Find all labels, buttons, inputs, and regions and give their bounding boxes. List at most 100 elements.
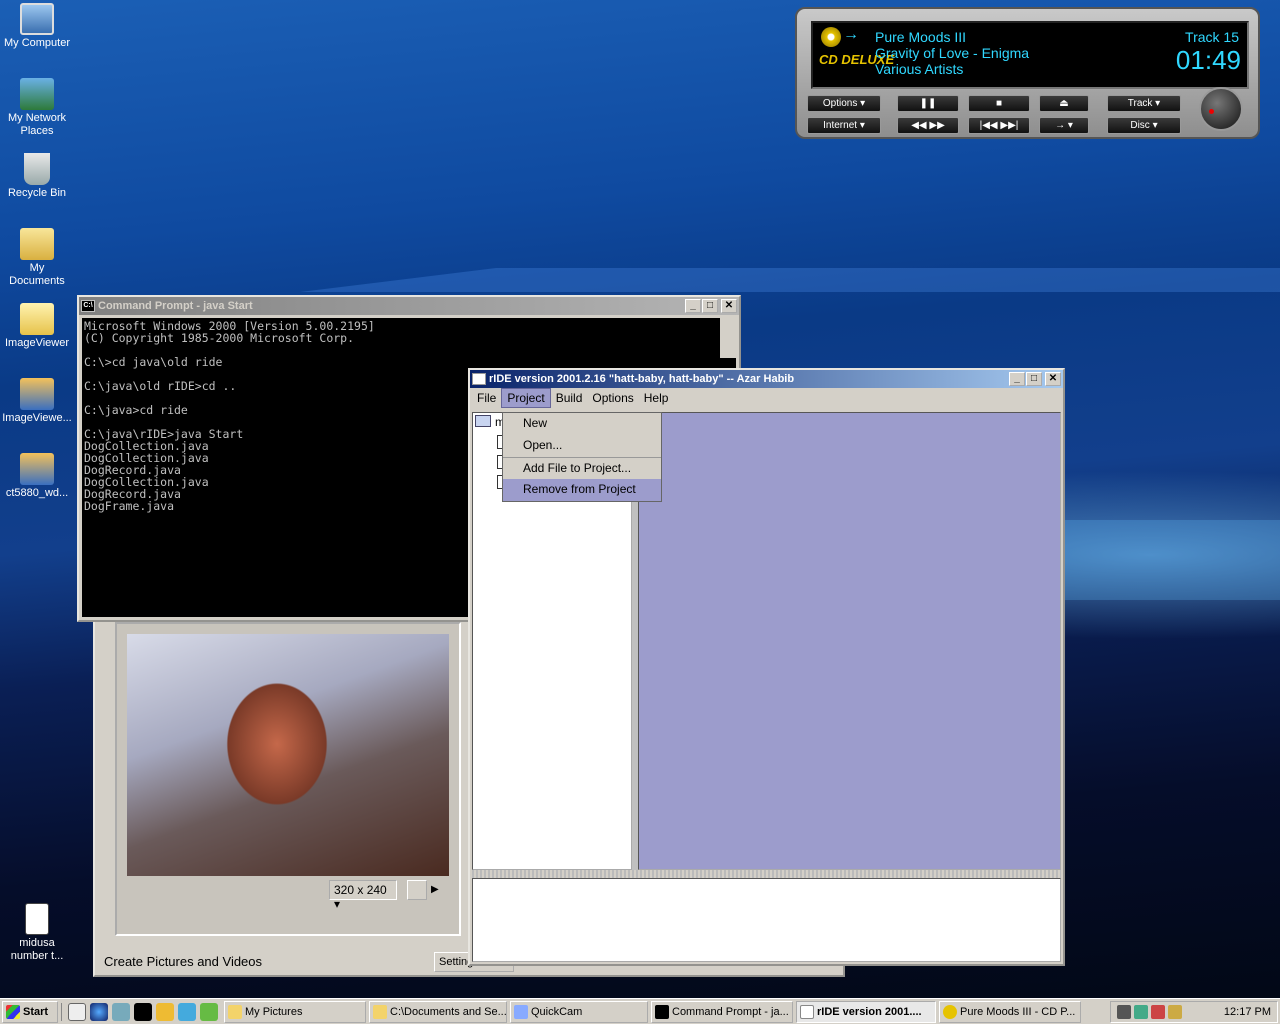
internet-button[interactable]: Internet ▾ [807, 117, 881, 134]
desktop-icon-midusa[interactable]: midusa number t... [0, 903, 74, 963]
internet-explorer-icon[interactable] [90, 1002, 108, 1021]
app-icon [20, 378, 54, 410]
ride-titlebar[interactable]: rIDE version 2001.2.16 "hatt-baby, hatt-… [470, 370, 1063, 388]
track-label: Track [1127, 98, 1153, 109]
desktop-icon-recycle-bin[interactable]: Recycle Bin [0, 153, 74, 200]
desktop-icon-my-computer[interactable]: My Computer [0, 3, 74, 50]
volume-knob[interactable] [1199, 87, 1243, 131]
minimize-button[interactable]: _ [685, 299, 701, 313]
pause-button[interactable]: ❚❚ [897, 95, 959, 112]
quicklaunch-app-icon[interactable] [200, 1002, 218, 1021]
app-icon [20, 453, 54, 485]
wallpaper-shard [300, 268, 1280, 292]
desktop-icon-network-places[interactable]: My Network Places [0, 78, 74, 138]
cd-icon [943, 1004, 957, 1019]
cmd-title: Command Prompt - java Start [98, 300, 253, 312]
tray-app-icon[interactable] [1151, 1004, 1165, 1019]
computer-icon [20, 3, 54, 35]
menu-help[interactable]: Help [639, 389, 674, 407]
resolution-dropdown[interactable]: 320 x 240 ▾ [329, 880, 397, 911]
start-button[interactable]: Start [2, 1000, 58, 1023]
windows-logo-icon [6, 1004, 20, 1019]
menu-item-remove-from-project[interactable]: Remove from Project [503, 479, 661, 501]
folder-icon [20, 303, 54, 335]
maximize-button[interactable]: □ [702, 299, 718, 313]
disc-button[interactable]: Disc ▾ [1107, 117, 1181, 134]
arrow-right-icon: → [843, 26, 859, 43]
cd-disc-icon [821, 27, 841, 47]
tray-app-icon[interactable] [1168, 1004, 1182, 1019]
menu-options[interactable]: Options [587, 389, 638, 407]
desktop-icon-imageviewer-folder[interactable]: ImageViewer [0, 303, 74, 350]
desktop-icon-label: midusa number t... [10, 937, 64, 962]
task-label: C:\Documents and Se... [390, 1005, 507, 1018]
stop-button[interactable]: ■ [968, 95, 1030, 112]
desktop-icon-label: ct5880_wd... [5, 487, 69, 499]
close-button[interactable]: ✕ [1045, 372, 1061, 386]
close-button[interactable]: ✕ [721, 299, 737, 313]
menu-item-open[interactable]: Open... [503, 435, 661, 457]
menu-item-add-file[interactable]: Add File to Project... [503, 457, 661, 479]
eject-button[interactable]: ⏏ [1039, 95, 1089, 112]
minimize-button[interactable]: _ [1009, 372, 1025, 386]
task-ride[interactable]: rIDE version 2001.... [796, 1000, 936, 1023]
cmd-titlebar[interactable]: C:\ Command Prompt - java Start _ □ ✕ [79, 297, 739, 315]
editor-pane[interactable] [638, 412, 1061, 870]
cd-time: 01:49 [1175, 45, 1241, 75]
menu-file[interactable]: File [472, 389, 501, 407]
task-cd-player[interactable]: Pure Moods III - CD P... [939, 1000, 1081, 1023]
task-command-prompt[interactable]: Command Prompt - ja... [651, 1000, 793, 1023]
quicklaunch-app-icon[interactable] [178, 1002, 196, 1021]
menu-item-new[interactable]: New [503, 413, 661, 435]
command-prompt-icon[interactable] [134, 1002, 152, 1021]
task-quickcam[interactable]: QuickCam [510, 1000, 648, 1023]
prev-next-track-buttons[interactable]: |◀◀ ▶▶| [968, 117, 1030, 134]
output-pane[interactable] [472, 878, 1061, 962]
wallpaper-glow [1060, 520, 1280, 600]
task-my-pictures[interactable]: My Pictures [224, 1000, 366, 1023]
cd-player-window[interactable]: → CD DELUXE Pure Moods III Gravity of Lo… [795, 7, 1260, 139]
cd-track-number: Track 15 [1185, 29, 1239, 45]
quickcam-preview-frame: 320 x 240 ▾ ▶ [115, 622, 461, 936]
system-tray: 12:17 PM [1110, 1000, 1278, 1023]
desktop-icon-ct5880[interactable]: ct5880_wd... [0, 453, 74, 500]
task-label: Command Prompt - ja... [672, 1005, 789, 1018]
zoom-icon[interactable] [407, 880, 427, 900]
tray-app-icon[interactable] [1134, 1004, 1148, 1019]
ride-window[interactable]: rIDE version 2001.2.16 "hatt-baby, hatt-… [468, 368, 1065, 966]
desktop-icon-label: My Computer [3, 37, 71, 49]
disc-label: Disc [1130, 120, 1150, 131]
resolution-value: 320 x 240 [334, 883, 387, 897]
desktop-icon-imageviewer-app[interactable]: ImageViewe... [0, 378, 74, 425]
task-label: QuickCam [531, 1005, 583, 1018]
task-documents[interactable]: C:\Documents and Se... [369, 1000, 507, 1023]
play-mode-button[interactable]: → ▾ [1039, 117, 1089, 134]
desktop-icon-label: ImageViewe... [2, 412, 72, 424]
track-button[interactable]: Track ▾ [1107, 95, 1181, 112]
next-arrow-icon[interactable]: ▶ [431, 884, 439, 895]
recycle-bin-icon [24, 153, 50, 185]
options-button[interactable]: Options ▾ [807, 95, 881, 112]
menu-build[interactable]: Build [551, 389, 588, 407]
java-icon [472, 373, 486, 385]
cd-track-title: Gravity of Love - Enigma [875, 45, 1030, 61]
show-desktop-icon[interactable] [68, 1002, 86, 1021]
clock[interactable]: 12:17 PM [1224, 1006, 1271, 1018]
folder-icon [373, 1004, 387, 1019]
outlook-icon[interactable] [112, 1002, 130, 1021]
menu-project[interactable]: Project [501, 388, 551, 408]
desktop-icon-label: Recycle Bin [7, 187, 67, 199]
quicklaunch-app-icon[interactable] [156, 1002, 174, 1021]
cd-album: Pure Moods III [875, 29, 967, 45]
desktop-icon-my-documents[interactable]: My Documents [0, 228, 74, 288]
desktop-icon-label: ImageViewer [5, 337, 69, 349]
webcam-image [127, 634, 449, 876]
cmd-scrollbar[interactable] [720, 318, 736, 358]
volume-icon[interactable] [1117, 1004, 1131, 1019]
rewind-forward-buttons[interactable]: ◀◀ ▶▶ [897, 117, 959, 134]
maximize-button[interactable]: □ [1026, 372, 1042, 386]
ride-title: rIDE version 2001.2.16 "hatt-baby, hatt-… [489, 373, 795, 385]
desktop-icon-label: My Documents [9, 262, 65, 287]
horizontal-splitter[interactable] [472, 870, 1061, 878]
ride-menubar: File Project Build Options Help [470, 388, 1063, 408]
